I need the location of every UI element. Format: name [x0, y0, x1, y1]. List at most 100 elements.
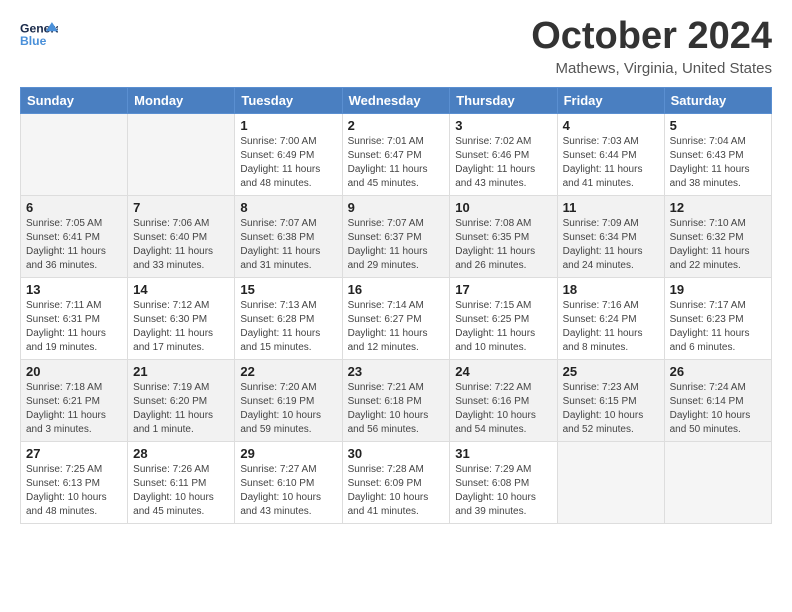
title-section: October 2024 Mathews, Virginia, United S… [531, 16, 772, 77]
col-thursday: Thursday [450, 87, 557, 113]
day-number: 22 [240, 364, 336, 379]
day-info: Sunrise: 7:26 AMSunset: 6:11 PMDaylight:… [133, 463, 229, 519]
svg-text:Blue: Blue [20, 34, 47, 48]
table-row: 25 Sunrise: 7:23 AMSunset: 6:15 PMDayligh… [557, 359, 664, 441]
day-number: 27 [26, 446, 122, 461]
table-row: 7 Sunrise: 7:06 AMSunset: 6:40 PMDaylight… [128, 195, 235, 277]
col-monday: Monday [128, 87, 235, 113]
table-row: 15 Sunrise: 7:13 AMSunset: 6:28 PMDayligh… [235, 277, 342, 359]
calendar-week-3: 13Sunrise: 7:11 AMSunset: 6:31 PMDayligh… [21, 277, 772, 359]
day-info: Sunrise: 7:05 AMSunset: 6:41 PMDaylight:… [26, 217, 122, 273]
day-info: Sunrise: 7:15 AMSunset: 6:25 PMDaylight:… [455, 299, 551, 355]
table-row [664, 441, 771, 523]
table-row [557, 441, 664, 523]
table-row: 12 Sunrise: 7:10 AMSunset: 6:32 PMDayligh… [664, 195, 771, 277]
day-info: Sunrise: 7:03 AMSunset: 6:44 PMDaylight:… [563, 135, 659, 191]
table-row: 4 Sunrise: 7:03 AMSunset: 6:44 PMDaylight… [557, 113, 664, 195]
day-number: 14 [133, 282, 229, 297]
table-row [21, 113, 128, 195]
page: General Blue October 2024 Mathews, Virgi… [0, 0, 792, 544]
day-number: 12 [670, 200, 766, 215]
logo-icon: General Blue [20, 16, 58, 54]
day-info: Sunrise: 7:00 AMSunset: 6:49 PMDaylight:… [240, 135, 336, 191]
day-info: Sunrise: 7:02 AMSunset: 6:46 PMDaylight:… [455, 135, 551, 191]
table-row: 21Sunrise: 7:19 AMSunset: 6:20 PMDayligh… [128, 359, 235, 441]
day-info: Sunrise: 7:20 AMSunset: 6:19 PMDaylight:… [240, 381, 336, 437]
calendar-table: Sunday Monday Tuesday Wednesday Thursday… [20, 87, 772, 524]
day-info: Sunrise: 7:09 AMSunset: 6:34 PMDaylight:… [563, 217, 659, 273]
table-row: 2Sunrise: 7:01 AMSunset: 6:47 PMDaylight… [342, 113, 450, 195]
day-number: 17 [455, 282, 551, 297]
table-row: 10Sunrise: 7:08 AMSunset: 6:35 PMDayligh… [450, 195, 557, 277]
day-number: 18 [563, 282, 659, 297]
day-number: 6 [26, 200, 122, 215]
day-number: 16 [348, 282, 445, 297]
calendar-week-4: 20 Sunrise: 7:18 AMSunset: 6:21 PMDayligh… [21, 359, 772, 441]
table-row: 1 Sunrise: 7:00 AMSunset: 6:49 PMDaylight… [235, 113, 342, 195]
day-number: 4 [563, 118, 659, 133]
day-number: 25 [563, 364, 659, 379]
col-friday: Friday [557, 87, 664, 113]
table-row: 18 Sunrise: 7:16 AMSunset: 6:24 PMDayligh… [557, 277, 664, 359]
day-info: Sunrise: 7:04 AMSunset: 6:43 PMDaylight:… [670, 135, 766, 191]
table-row: 30Sunrise: 7:28 AMSunset: 6:09 PMDayligh… [342, 441, 450, 523]
day-number: 23 [348, 364, 445, 379]
table-row: 17 Sunrise: 7:15 AMSunset: 6:25 PMDayligh… [450, 277, 557, 359]
day-info: Sunrise: 7:13 AMSunset: 6:28 PMDaylight:… [240, 299, 336, 355]
table-row: 14 Sunrise: 7:12 AMSunset: 6:30 PMDayligh… [128, 277, 235, 359]
table-row: 5 Sunrise: 7:04 AMSunset: 6:43 PMDaylight… [664, 113, 771, 195]
calendar-week-1: 1 Sunrise: 7:00 AMSunset: 6:49 PMDaylight… [21, 113, 772, 195]
table-row: 11 Sunrise: 7:09 AMSunset: 6:34 PMDayligh… [557, 195, 664, 277]
table-row: 23 Sunrise: 7:21 AMSunset: 6:18 PMDayligh… [342, 359, 450, 441]
day-info: Sunrise: 7:06 AMSunset: 6:40 PMDaylight:… [133, 217, 229, 273]
table-row: 31 Sunrise: 7:29 AMSunset: 6:08 PMDayligh… [450, 441, 557, 523]
day-number: 5 [670, 118, 766, 133]
calendar-week-5: 27 Sunrise: 7:25 AMSunset: 6:13 PMDayligh… [21, 441, 772, 523]
calendar-week-2: 6 Sunrise: 7:05 AMSunset: 6:41 PMDaylight… [21, 195, 772, 277]
calendar-header-row: Sunday Monday Tuesday Wednesday Thursday… [21, 87, 772, 113]
day-info: Sunrise: 7:07 AMSunset: 6:37 PMDaylight:… [348, 217, 445, 273]
month-title: October 2024 [531, 16, 772, 58]
table-row: 22 Sunrise: 7:20 AMSunset: 6:19 PMDayligh… [235, 359, 342, 441]
table-row: 28 Sunrise: 7:26 AMSunset: 6:11 PMDayligh… [128, 441, 235, 523]
col-sunday: Sunday [21, 87, 128, 113]
col-wednesday: Wednesday [342, 87, 450, 113]
day-number: 31 [455, 446, 551, 461]
header: General Blue October 2024 Mathews, Virgi… [20, 16, 772, 77]
day-number: 1 [240, 118, 336, 133]
day-number: 7 [133, 200, 229, 215]
day-info: Sunrise: 7:12 AMSunset: 6:30 PMDaylight:… [133, 299, 229, 355]
col-saturday: Saturday [664, 87, 771, 113]
logo: General Blue [20, 16, 58, 54]
day-info: Sunrise: 7:10 AMSunset: 6:32 PMDaylight:… [670, 217, 766, 273]
day-info: Sunrise: 7:25 AMSunset: 6:13 PMDaylight:… [26, 463, 122, 519]
day-info: Sunrise: 7:08 AMSunset: 6:35 PMDaylight:… [455, 217, 551, 273]
day-info: Sunrise: 7:18 AMSunset: 6:21 PMDaylight:… [26, 381, 122, 437]
day-info: Sunrise: 7:21 AMSunset: 6:18 PMDaylight:… [348, 381, 445, 437]
day-number: 21 [133, 364, 229, 379]
table-row: 16Sunrise: 7:14 AMSunset: 6:27 PMDayligh… [342, 277, 450, 359]
table-row: 24 Sunrise: 7:22 AMSunset: 6:16 PMDayligh… [450, 359, 557, 441]
day-info: Sunrise: 7:22 AMSunset: 6:16 PMDaylight:… [455, 381, 551, 437]
day-number: 28 [133, 446, 229, 461]
day-number: 9 [348, 200, 445, 215]
table-row: 29Sunrise: 7:27 AMSunset: 6:10 PMDayligh… [235, 441, 342, 523]
day-number: 20 [26, 364, 122, 379]
location: Mathews, Virginia, United States [531, 60, 772, 77]
table-row: 27 Sunrise: 7:25 AMSunset: 6:13 PMDayligh… [21, 441, 128, 523]
day-info: Sunrise: 7:16 AMSunset: 6:24 PMDaylight:… [563, 299, 659, 355]
table-row: 19Sunrise: 7:17 AMSunset: 6:23 PMDayligh… [664, 277, 771, 359]
table-row: 26Sunrise: 7:24 AMSunset: 6:14 PMDayligh… [664, 359, 771, 441]
day-number: 15 [240, 282, 336, 297]
day-number: 11 [563, 200, 659, 215]
day-info: Sunrise: 7:17 AMSunset: 6:23 PMDaylight:… [670, 299, 766, 355]
day-info: Sunrise: 7:29 AMSunset: 6:08 PMDaylight:… [455, 463, 551, 519]
day-info: Sunrise: 7:28 AMSunset: 6:09 PMDaylight:… [348, 463, 445, 519]
day-info: Sunrise: 7:01 AMSunset: 6:47 PMDaylight:… [348, 135, 445, 191]
day-number: 26 [670, 364, 766, 379]
day-info: Sunrise: 7:23 AMSunset: 6:15 PMDaylight:… [563, 381, 659, 437]
table-row: 20 Sunrise: 7:18 AMSunset: 6:21 PMDayligh… [21, 359, 128, 441]
day-number: 29 [240, 446, 336, 461]
table-row [128, 113, 235, 195]
day-number: 24 [455, 364, 551, 379]
